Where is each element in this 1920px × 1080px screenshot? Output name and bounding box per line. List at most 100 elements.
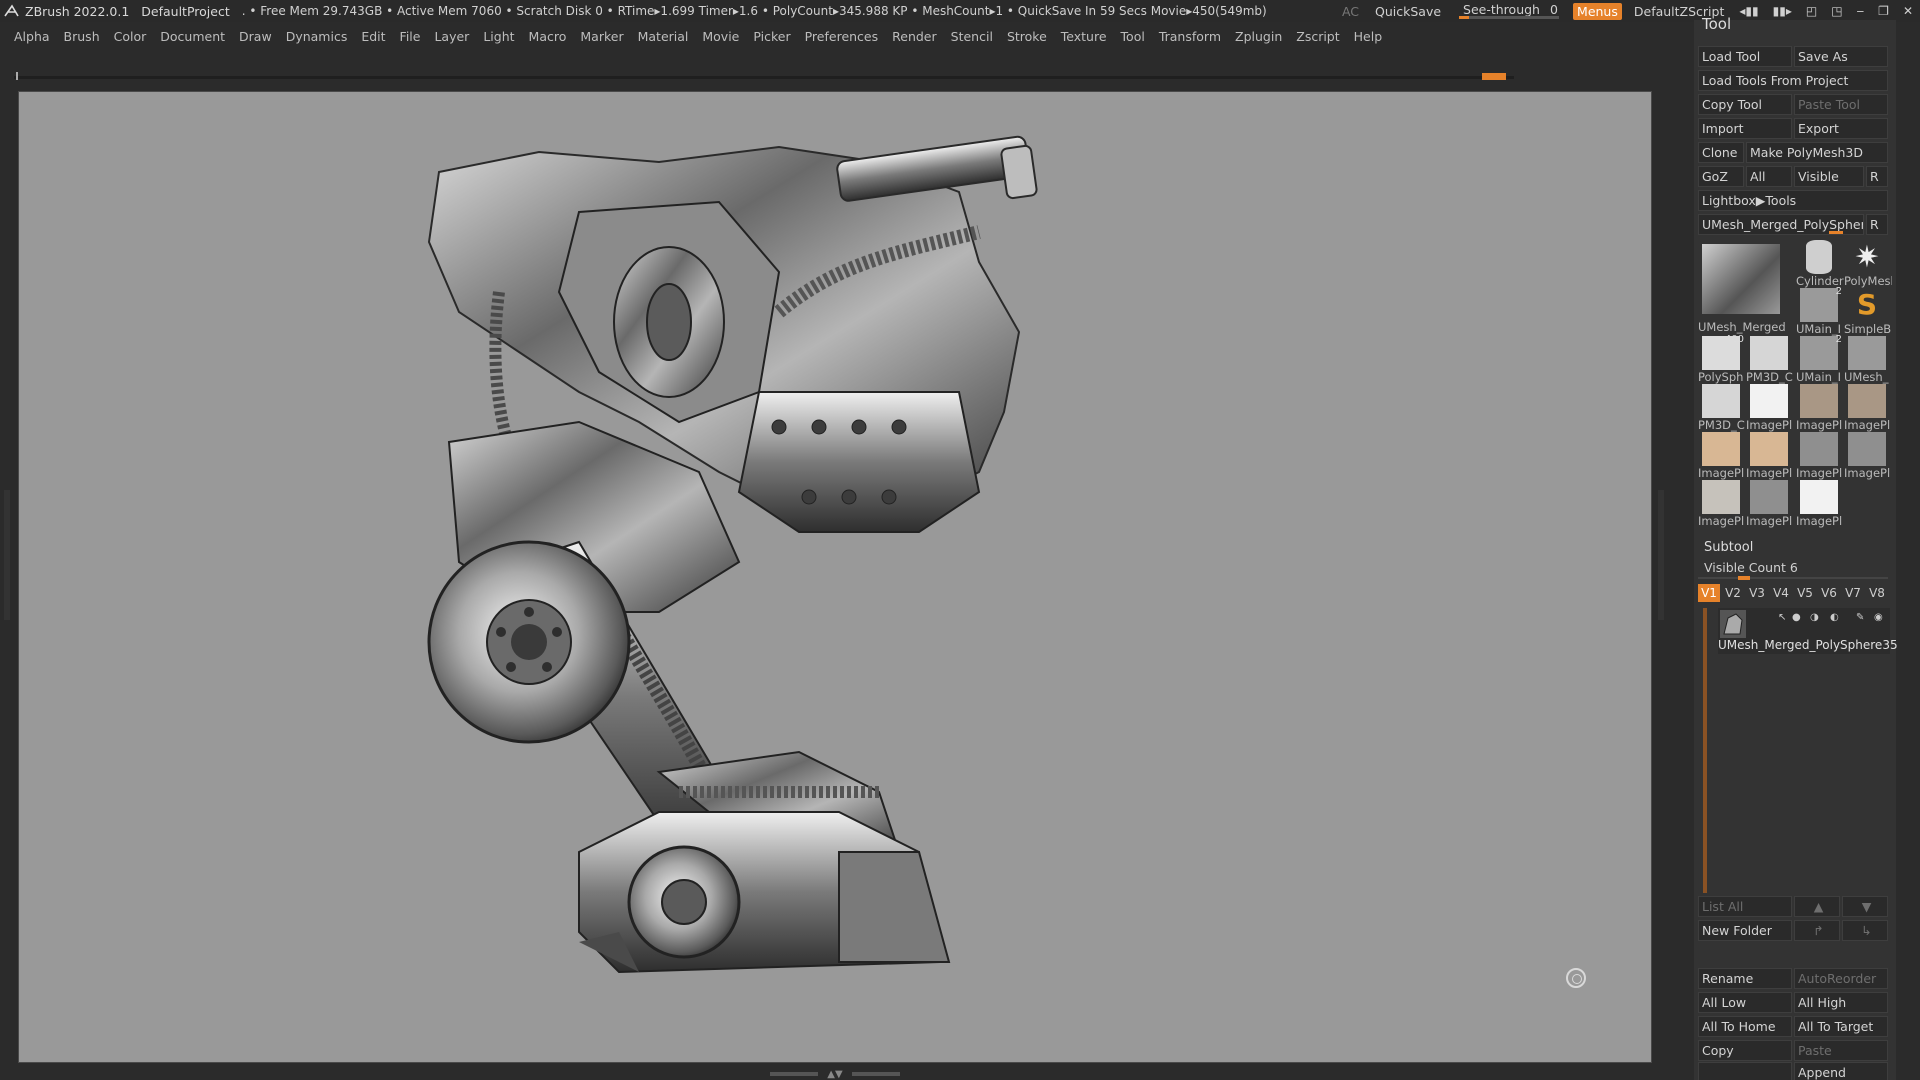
menu-file[interactable]: File: [400, 29, 421, 44]
subtool-color-icon[interactable]: ◑: [1810, 612, 1822, 623]
tool-thumb-plane-skin-icon[interactable]: ImagePl: [1698, 432, 1744, 480]
subtool-header[interactable]: Subtool: [1698, 540, 1894, 560]
visibility-tab-v6[interactable]: V6: [1818, 584, 1840, 602]
menu-alpha[interactable]: Alpha: [14, 29, 50, 44]
folder-out-icon[interactable]: ↳: [1842, 920, 1888, 941]
menu-stroke[interactable]: Stroke: [1007, 29, 1047, 44]
subtool-arrow-icon[interactable]: ↖: [1778, 612, 1790, 623]
tool-thumb-robot-icon[interactable]: UMain_I 2: [1796, 334, 1842, 384]
load-tools-from-project-button[interactable]: Load Tools From Project: [1698, 70, 1888, 91]
menu-light[interactable]: Light: [483, 29, 514, 44]
close-icon[interactable]: ✕: [1903, 4, 1913, 18]
menu-preferences[interactable]: Preferences: [805, 29, 879, 44]
tool-thumb-robot-icon[interactable]: UMain_I 2: [1796, 286, 1842, 336]
visibility-tab-v1[interactable]: V1: [1698, 584, 1720, 602]
menu-render[interactable]: Render: [892, 29, 937, 44]
all-to-target-button[interactable]: All To Target: [1794, 1016, 1888, 1037]
clone-button[interactable]: Clone: [1698, 142, 1744, 163]
visibility-tab-v8[interactable]: V8: [1866, 584, 1888, 602]
tool-thumb-star-icon[interactable]: ✷PolyMesh: [1844, 240, 1892, 288]
lightbox-tools-button[interactable]: Lightbox▶Tools: [1698, 190, 1888, 211]
menu-tool[interactable]: Tool: [1121, 29, 1145, 44]
paste-subtool-button[interactable]: Paste: [1794, 1040, 1888, 1061]
menu-transform[interactable]: Transform: [1159, 29, 1221, 44]
rename-button[interactable]: Rename: [1698, 968, 1792, 989]
move-up-arrow-icon[interactable]: ▲: [1794, 896, 1840, 917]
undo-history-icon[interactable]: ◰: [1806, 4, 1817, 18]
menu-zplugin[interactable]: Zplugin: [1235, 29, 1282, 44]
copy-subtool-button[interactable]: Copy: [1698, 1040, 1792, 1061]
menu-layer[interactable]: Layer: [434, 29, 469, 44]
save-as-button[interactable]: Save As: [1794, 46, 1888, 67]
menu-zscript[interactable]: Zscript: [1296, 29, 1339, 44]
see-through-slider[interactable]: See-through 0: [1457, 2, 1561, 20]
tool-thumb-plane-skin-icon[interactable]: ImagePl: [1746, 432, 1792, 480]
menu-document[interactable]: Document: [160, 29, 225, 44]
menu-help[interactable]: Help: [1354, 29, 1383, 44]
menu-stencil[interactable]: Stencil: [951, 29, 993, 44]
tool-thumb-plane-gray-icon[interactable]: ImagePl: [1796, 432, 1842, 480]
move-down-arrow-icon[interactable]: ▼: [1842, 896, 1888, 917]
menu-picker[interactable]: Picker: [753, 29, 790, 44]
menu-movie[interactable]: Movie: [702, 29, 739, 44]
auto-reorder-button[interactable]: AutoReorder: [1794, 968, 1888, 989]
subtool-list-item[interactable]: ↖ ● ◑ ◐ ✎ ◉ UMesh_Merged_PolySphere35: [1718, 608, 1898, 654]
all-to-home-button[interactable]: All To Home: [1698, 1016, 1792, 1037]
tool-thumb-robot-icon[interactable]: UMesh_Merged: [1698, 244, 1790, 334]
tool-thumb-plane-gray-icon[interactable]: ImagePl: [1746, 480, 1792, 528]
visibility-tab-v2[interactable]: V2: [1722, 584, 1744, 602]
tool-thumb-cylinder-icon[interactable]: Cylinder: [1796, 240, 1844, 288]
ac-toggle[interactable]: AC: [1342, 4, 1359, 19]
menu-material[interactable]: Material: [638, 29, 689, 44]
visible-count-slider[interactable]: Visible Count 6: [1698, 560, 1888, 580]
tool-thumb-plane-gray-icon[interactable]: ImagePl: [1844, 432, 1890, 480]
list-all-button[interactable]: List All: [1698, 896, 1792, 917]
load-tool-button[interactable]: Load Tool: [1698, 46, 1792, 67]
subtool-eye-icon[interactable]: ◉: [1874, 612, 1886, 623]
goz-all-button[interactable]: All: [1746, 166, 1792, 187]
timeline-track[interactable]: [14, 72, 1514, 80]
all-high-button[interactable]: All High: [1794, 992, 1888, 1013]
left-tray-handle[interactable]: [4, 490, 10, 620]
copy-tool-button[interactable]: Copy Tool: [1698, 94, 1792, 115]
save-layout-icon[interactable]: ◳: [1831, 4, 1842, 18]
tool-thumb-plane-tan-icon[interactable]: ImagePl: [1844, 384, 1890, 432]
tool-thumb-polysphere-icon[interactable]: PolySph 400: [1698, 334, 1744, 384]
menu-color[interactable]: Color: [114, 29, 147, 44]
new-folder-button[interactable]: New Folder: [1698, 920, 1792, 941]
tool-thumb-plane-white-icon[interactable]: ImagePl: [1746, 384, 1792, 432]
bottom-tray-handle[interactable]: ▲▼: [770, 1069, 900, 1080]
folder-move-icon[interactable]: ↱: [1794, 920, 1840, 941]
canvas-floor-indicator-icon[interactable]: [1566, 968, 1586, 988]
menu-draw[interactable]: Draw: [239, 29, 272, 44]
tool-thumb-cube-icon[interactable]: PM3D_C: [1698, 384, 1745, 432]
right-tray-handle[interactable]: [1658, 490, 1664, 620]
quicksave-button[interactable]: QuickSave: [1375, 4, 1441, 19]
goz-button[interactable]: GoZ: [1698, 166, 1744, 187]
tool-thumb-plane-white-icon[interactable]: ImagePl: [1796, 480, 1842, 528]
paste-tool-button[interactable]: Paste Tool: [1794, 94, 1888, 115]
subtool-brush-icon[interactable]: ✎: [1856, 612, 1868, 623]
visibility-tab-v5[interactable]: V5: [1794, 584, 1816, 602]
visibility-tab-v7[interactable]: V7: [1842, 584, 1864, 602]
tool-thumb-robot-icon[interactable]: UMesh_: [1844, 336, 1890, 384]
export-button[interactable]: Export: [1794, 118, 1888, 139]
append-button[interactable]: Append: [1794, 1062, 1888, 1080]
subtool-polygroup-icon[interactable]: ●: [1792, 612, 1804, 623]
import-button[interactable]: Import: [1698, 118, 1792, 139]
minimize-icon[interactable]: ‒: [1857, 4, 1865, 18]
tool-thumb-simple-brush-icon[interactable]: S SimpleB: [1844, 288, 1891, 336]
tool-thumb-plane-light-icon[interactable]: ImagePl: [1698, 480, 1744, 528]
current-tool-r-button[interactable]: R: [1866, 214, 1888, 235]
restore-icon[interactable]: ❐: [1878, 4, 1889, 18]
menu-macro[interactable]: Macro: [529, 29, 567, 44]
layout-icon[interactable]: ◂▮▮: [1739, 4, 1758, 18]
tool-thumb-cube-icon[interactable]: PM3D_C: [1746, 336, 1793, 384]
subtool-material-icon[interactable]: ◐: [1830, 612, 1842, 623]
timeline-marker[interactable]: [1482, 73, 1506, 80]
menu-texture[interactable]: Texture: [1061, 29, 1107, 44]
menus-toggle-button[interactable]: Menus: [1573, 2, 1622, 20]
visibility-tab-v3[interactable]: V3: [1746, 584, 1768, 602]
document-canvas[interactable]: [18, 91, 1652, 1063]
make-polymesh3d-button[interactable]: Make PolyMesh3D: [1746, 142, 1888, 163]
